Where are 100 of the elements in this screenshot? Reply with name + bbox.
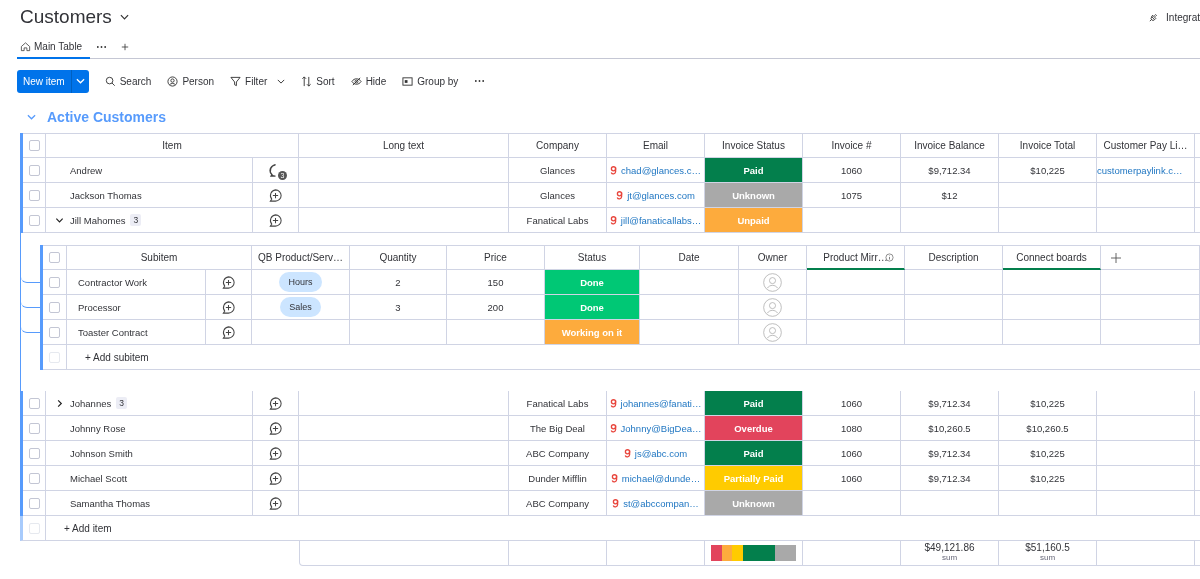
column-header[interactable]: Email <box>643 140 668 151</box>
column-header[interactable]: Item <box>162 140 182 151</box>
invoice-number: 1060 <box>840 397 863 409</box>
email-link[interactable]: js@abc.com <box>634 447 688 459</box>
row-checkbox[interactable] <box>28 472 40 484</box>
balance-sum: $49,121.86 <box>924 543 975 553</box>
add-item-button[interactable]: + Add item <box>64 516 112 540</box>
search-button[interactable]: Search <box>104 70 152 92</box>
column-header[interactable]: Owner <box>739 245 807 270</box>
new-item-button[interactable]: New item <box>17 69 71 93</box>
product-tag: Hours <box>279 272 322 292</box>
item-name[interactable]: Jill Mahomes <box>70 214 126 226</box>
view-tab[interactable]: Main Table <box>17 35 91 59</box>
group-icon <box>402 75 414 87</box>
row-checkbox[interactable] <box>49 301 60 313</box>
column-header[interactable]: Description <box>905 245 1003 270</box>
row-checkbox[interactable] <box>28 164 40 176</box>
funnel-icon <box>230 75 242 87</box>
column-header[interactable]: Company <box>536 140 579 151</box>
item-name[interactable]: Johnson Smith <box>70 447 133 459</box>
column-header[interactable]: Subitem <box>67 245 252 270</box>
subitem-name[interactable]: Contractor Work <box>78 276 147 288</box>
email-link[interactable]: jill@fanaticallabs… <box>620 214 702 226</box>
status-summary-bar[interactable] <box>711 545 796 561</box>
invoice-total: $10,225 <box>1030 472 1065 484</box>
add-update-icon[interactable] <box>268 395 283 411</box>
row-checkbox[interactable] <box>28 422 40 434</box>
row-checkbox[interactable] <box>28 447 40 459</box>
item-name[interactable]: Andrew <box>70 164 103 176</box>
item-name[interactable]: Johnny Rose <box>70 422 126 434</box>
collapse-icon[interactable] <box>27 113 36 120</box>
info-icon[interactable] <box>885 252 894 262</box>
add-column-icon[interactable] <box>1111 252 1121 263</box>
column-header[interactable]: Date <box>640 245 739 270</box>
status-label[interactable]: Overdue <box>705 416 803 441</box>
item-name[interactable]: Michael Scott <box>70 472 128 484</box>
invoice-balance: $10,260.5 <box>928 422 971 434</box>
item-name[interactable]: Jackson Thomas <box>70 189 142 201</box>
pay-link[interactable]: customerpaylink.c… <box>1097 164 1183 176</box>
column-header[interactable]: Invoice # <box>831 140 872 151</box>
add-update-icon[interactable] <box>221 299 236 315</box>
add-subitem-button[interactable]: + Add subitem <box>85 345 149 369</box>
item-name[interactable]: Samantha Thomas <box>70 497 151 509</box>
email-link[interactable]: jt@glances.com <box>627 189 695 201</box>
sum-label: sum <box>941 553 958 563</box>
source-icon <box>610 472 618 484</box>
sort-icon <box>301 75 313 87</box>
invoice-balance: $9,712.34 <box>928 397 971 409</box>
eye-slash-icon <box>350 75 362 87</box>
column-header[interactable]: QB Product/Serv… <box>252 245 350 270</box>
sort-button[interactable]: Sort <box>301 70 335 92</box>
row-checkbox[interactable] <box>28 397 40 409</box>
filter-button[interactable]: Filter <box>230 70 286 92</box>
column-header[interactable]: Price <box>447 245 545 270</box>
more-icon[interactable] <box>474 79 486 83</box>
quantity-text: 3 <box>395 301 401 313</box>
subitem-name[interactable]: Toaster Contract <box>78 326 148 338</box>
column-header[interactable]: Long text <box>382 140 425 151</box>
email-link[interactable]: Johnny@BigDea… <box>620 422 702 434</box>
column-header[interactable]: Connect boards <box>1003 245 1101 270</box>
add-update-icon[interactable] <box>268 470 283 486</box>
add-view-icon[interactable] <box>121 42 130 51</box>
column-header[interactable]: Product Mirr… <box>807 245 905 270</box>
source-icon <box>609 214 617 226</box>
column-header[interactable]: Quantity <box>350 245 447 270</box>
add-update-icon[interactable] <box>268 420 283 436</box>
add-update-icon[interactable] <box>221 274 236 290</box>
company-text: ABC Company <box>526 497 589 509</box>
row-checkbox[interactable] <box>49 326 60 338</box>
email-link[interactable]: chad@glances.c… <box>621 164 701 176</box>
row-checkbox[interactable] <box>49 276 60 288</box>
add-update-icon[interactable] <box>268 445 283 461</box>
row-checkbox[interactable] <box>28 189 40 201</box>
row-checkbox[interactable] <box>28 497 40 509</box>
status-label[interactable]: Paid <box>705 158 803 183</box>
add-update-icon[interactable] <box>268 212 283 228</box>
plug-icon[interactable] <box>1148 11 1160 23</box>
invoice-balance: $9,712.34 <box>928 447 971 459</box>
email-link[interactable]: st@abccompan… <box>623 497 699 509</box>
chevron-down-icon[interactable] <box>119 14 129 20</box>
integrate-link[interactable]: Integrat <box>1166 11 1200 23</box>
product-tag: Sales <box>280 297 321 317</box>
subitem-name[interactable]: Processor <box>78 301 121 313</box>
row-checkbox[interactable] <box>28 214 40 226</box>
status-label[interactable]: Paid <box>705 441 803 466</box>
select-all-checkbox[interactable] <box>49 252 60 263</box>
person-button[interactable]: Person <box>167 70 215 92</box>
item-name[interactable]: Johannes <box>70 397 112 409</box>
invoice-number: 1080 <box>840 422 863 434</box>
add-update-icon[interactable] <box>268 495 283 511</box>
add-update-icon[interactable] <box>268 187 283 203</box>
email-link[interactable]: michael@dunde… <box>621 472 701 484</box>
add-update-icon[interactable] <box>221 324 236 340</box>
status-label[interactable]: Paid <box>705 391 803 416</box>
group-button[interactable]: Group by <box>402 70 459 92</box>
select-all-checkbox[interactable] <box>28 140 40 151</box>
hide-button[interactable]: Hide <box>350 70 387 92</box>
total-sum: $51,160.5 <box>1025 543 1070 553</box>
more-icon[interactable] <box>96 44 108 49</box>
email-link[interactable]: johannes@fanati… <box>620 397 702 409</box>
